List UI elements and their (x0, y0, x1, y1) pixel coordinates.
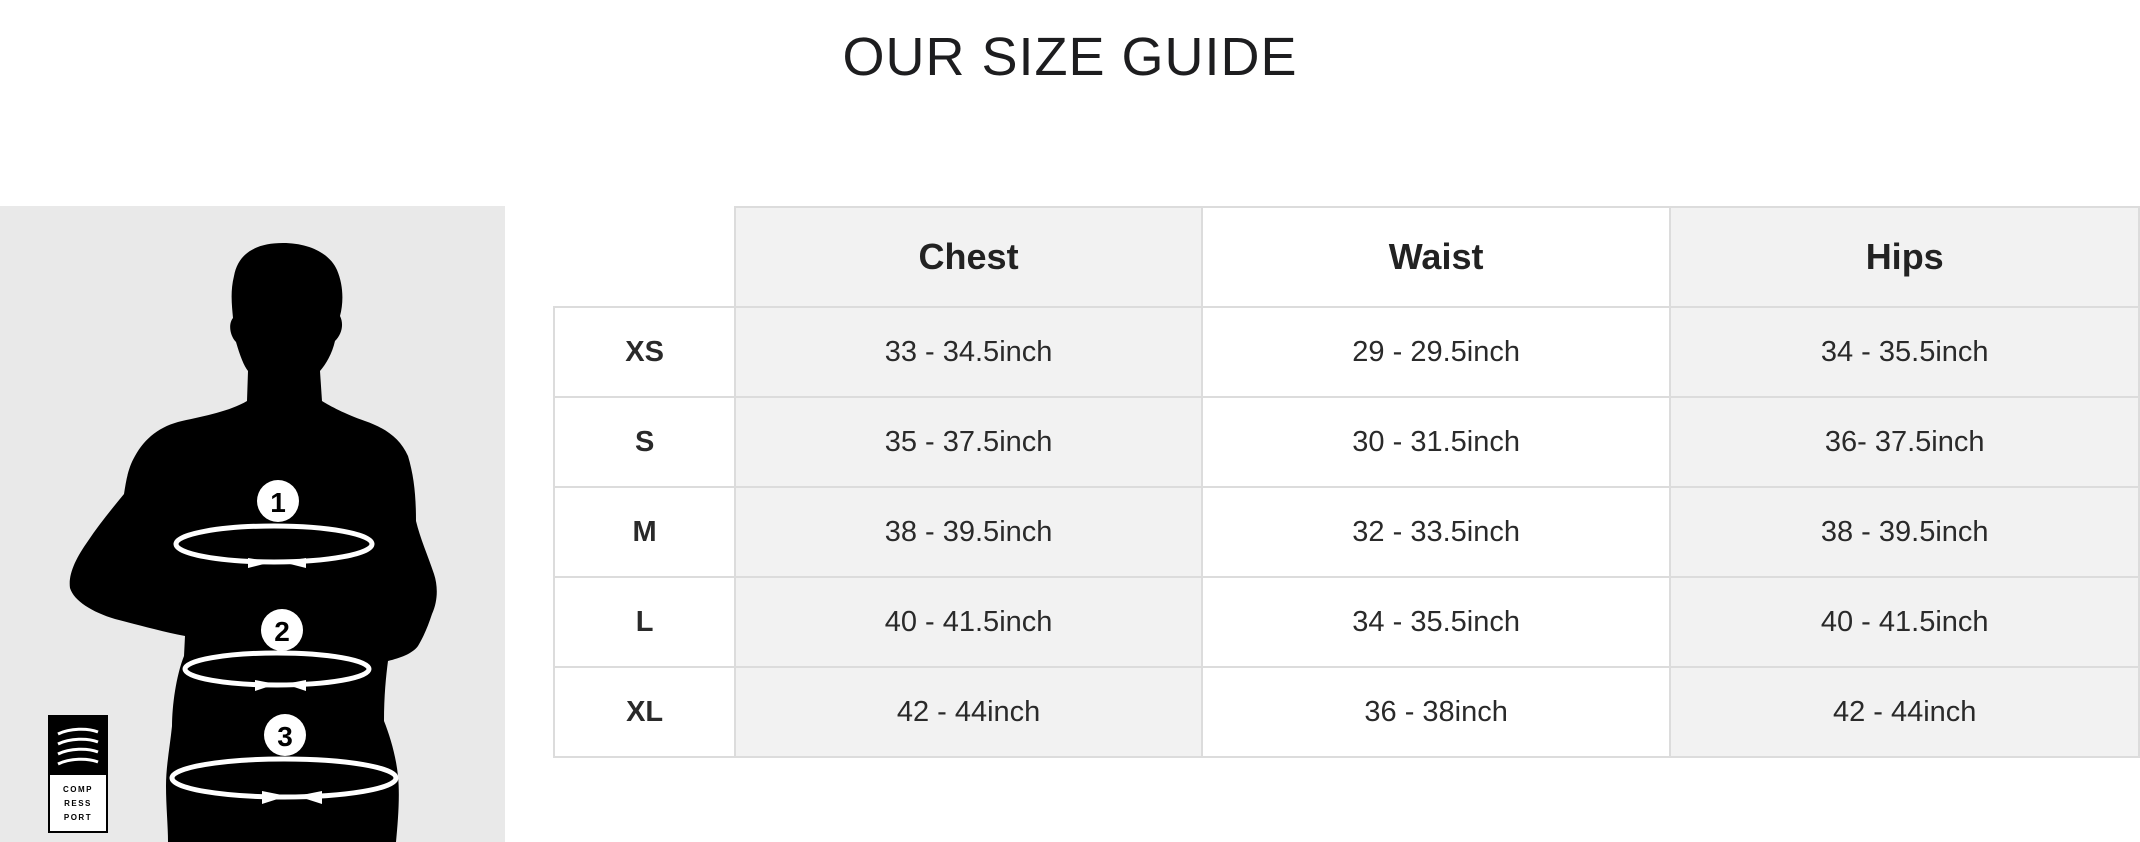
size-label: S (552, 396, 737, 488)
hips-value: 42 - 44inch (1669, 666, 2140, 758)
waist-value: 36 - 38inch (1200, 666, 1672, 758)
size-table: Chest Waist Hips XS 33 - 34.5inch 29 - 2… (552, 206, 2140, 758)
size-label: L (552, 576, 737, 668)
size-label: XS (552, 306, 737, 398)
logo-text-line-3: PORT (64, 813, 92, 822)
logo-text-line-1: COMP (63, 785, 93, 794)
chest-value: 40 - 41.5inch (734, 576, 1203, 668)
column-header-hips: Hips (1669, 206, 2140, 308)
waist-value: 34 - 35.5inch (1200, 576, 1672, 668)
size-label: M (552, 486, 737, 578)
chest-value: 33 - 34.5inch (734, 306, 1203, 398)
body-measurement-illustration: 1 2 3 COMP RESS PORT (0, 206, 505, 842)
logo-text-line-2: RESS (64, 799, 92, 808)
silhouette-figure: 1 2 3 COMP RESS PORT (48, 243, 437, 842)
waist-value: 29 - 29.5inch (1200, 306, 1672, 398)
waist-value: 32 - 33.5inch (1200, 486, 1672, 578)
column-header-waist: Waist (1200, 206, 1672, 308)
table-row: XS 33 - 34.5inch 29 - 29.5inch 34 - 35.5… (552, 306, 2140, 398)
hips-value: 38 - 39.5inch (1669, 486, 2140, 578)
table-row: XL 42 - 44inch 36 - 38inch 42 - 44inch (552, 666, 2140, 758)
hips-value: 36- 37.5inch (1669, 396, 2140, 488)
table-row: M 38 - 39.5inch 32 - 33.5inch 38 - 39.5i… (552, 486, 2140, 578)
size-label: XL (552, 666, 737, 758)
chest-value: 38 - 39.5inch (734, 486, 1203, 578)
table-row: S 35 - 37.5inch 30 - 31.5inch 36- 37.5in… (552, 396, 2140, 488)
column-header-chest: Chest (734, 206, 1203, 308)
chest-value: 35 - 37.5inch (734, 396, 1203, 488)
body-silhouette (69, 243, 437, 842)
marker-2-label: 2 (274, 616, 290, 647)
waist-value: 30 - 31.5inch (1200, 396, 1672, 488)
chest-value: 42 - 44inch (734, 666, 1203, 758)
marker-1-label: 1 (270, 487, 286, 518)
table-row: L 40 - 41.5inch 34 - 35.5inch 40 - 41.5i… (552, 576, 2140, 668)
marker-3-label: 3 (277, 721, 293, 752)
hips-value: 40 - 41.5inch (1669, 576, 2140, 668)
compressport-logo: COMP RESS PORT (48, 715, 108, 833)
hips-value: 34 - 35.5inch (1669, 306, 2140, 398)
page-title: OUR SIZE GUIDE (842, 27, 1298, 87)
table-header-row: Chest Waist Hips (554, 206, 2140, 308)
table-corner (554, 207, 735, 307)
